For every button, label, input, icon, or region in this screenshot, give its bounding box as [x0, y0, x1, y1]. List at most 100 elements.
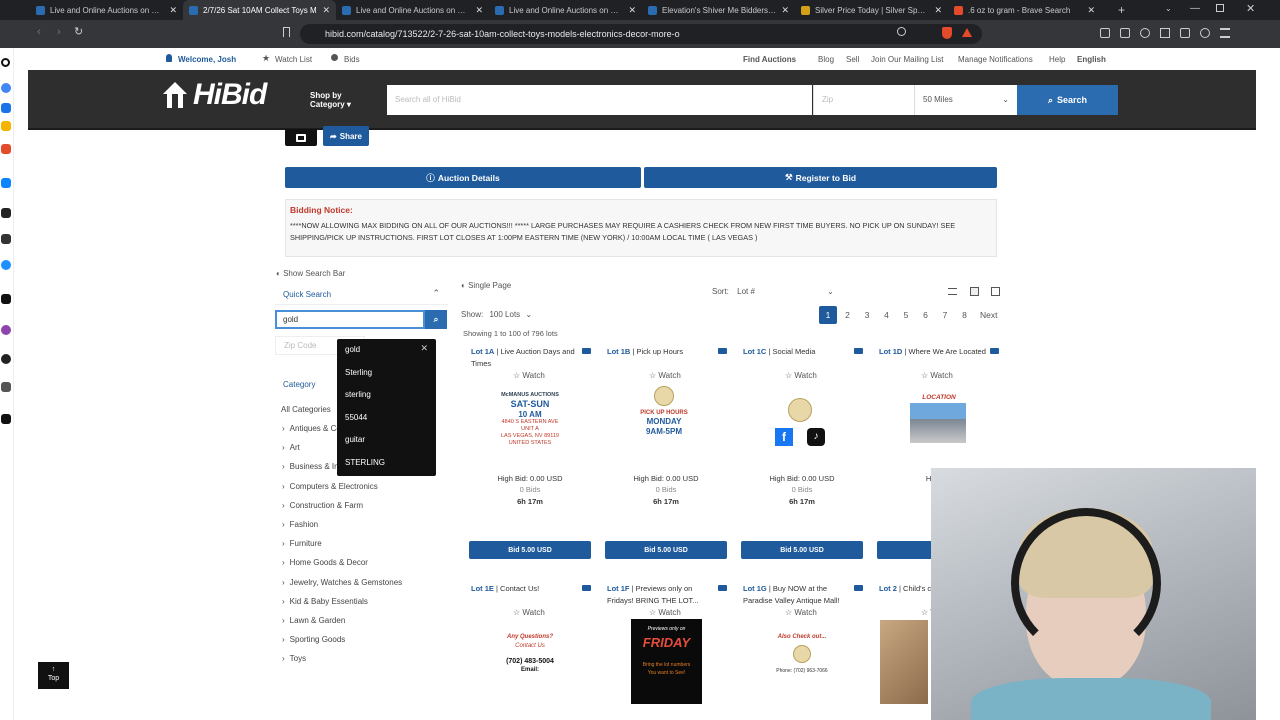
app-icon[interactable] — [1, 103, 11, 113]
reload-icon[interactable]: ↻ — [74, 25, 83, 38]
close-tab-icon[interactable]: ✕ — [322, 5, 330, 16]
lot-image-friday[interactable]: Previews only on FRIDAY Bring the lot nu… — [631, 619, 702, 704]
watch-list-link[interactable]: Watch List — [275, 55, 312, 64]
category-header[interactable]: Category — [283, 380, 315, 389]
close-icon[interactable]: ✕ — [420, 343, 428, 354]
lot-title[interactable]: Lot 1G | Buy NOW at the Paradise Valley … — [743, 583, 855, 607]
app-icon[interactable] — [1, 325, 11, 335]
brave-shield-icon[interactable] — [942, 27, 952, 39]
notifications-link[interactable]: Manage Notifications — [958, 55, 1033, 64]
wallet-icon[interactable] — [1180, 28, 1190, 38]
lot-image-pickup[interactable]: PICK UP HOURS MONDAY 9AM-5PM — [632, 386, 696, 458]
close-tab-icon[interactable]: ✕ — [169, 5, 177, 16]
shop-by-category[interactable]: Shop by Category ▾ — [310, 91, 351, 109]
app-icon[interactable] — [1, 178, 11, 188]
close-tab-icon[interactable]: ✕ — [1087, 5, 1095, 16]
single-page-toggle[interactable]: ◐ Single Page — [461, 281, 511, 290]
bookmark-icon[interactable] — [283, 27, 290, 37]
maximize-icon[interactable] — [1216, 4, 1224, 12]
sort-select[interactable]: Sort: Lot # ⌄ — [712, 287, 834, 296]
watch-button[interactable]: ☆ Watch — [785, 371, 817, 380]
close-window-icon[interactable]: ✕ — [1246, 2, 1255, 15]
lot-image-mcmanus[interactable]: McMANUS AUCTIONS SAT-SUN 10 AM 4840 S EA… — [498, 392, 562, 462]
browser-tab[interactable]: Live and Online Auctions on HiBid.co ✕ — [30, 0, 183, 20]
mailing-list-link[interactable]: Join Our Mailing List — [871, 55, 943, 64]
watch-button[interactable]: ☆ Watch — [649, 371, 681, 380]
page-link[interactable]: 3 — [858, 306, 876, 324]
minimize-icon[interactable]: — — [1190, 3, 1200, 14]
print-button[interactable] — [285, 129, 317, 146]
category-item[interactable]: › Fashion — [282, 520, 318, 529]
next-page-link[interactable]: Next — [980, 310, 997, 320]
auction-details-button[interactable]: ⓘ Auction Details — [285, 167, 641, 188]
suggestion-item[interactable]: gold — [345, 345, 360, 354]
category-item[interactable]: › Construction & Farm — [282, 501, 363, 510]
lot-image-furniture[interactable] — [880, 620, 928, 704]
share-button[interactable]: ➦ Share — [323, 126, 369, 146]
bid-button[interactable]: Bid 5.00 USD — [741, 541, 863, 559]
page-link[interactable]: 4 — [878, 306, 896, 324]
suggestion-item[interactable]: Sterling — [345, 368, 372, 377]
quick-search-input[interactable]: gold — [275, 310, 425, 329]
zip-input[interactable]: Zip — [813, 85, 914, 115]
close-tab-icon[interactable]: ✕ — [781, 5, 789, 16]
zoom-icon[interactable] — [897, 27, 906, 36]
watch-button[interactable]: ☆ Watch — [785, 608, 817, 617]
forward-icon[interactable]: › — [57, 26, 61, 38]
suggestion-item[interactable]: guitar — [345, 435, 365, 444]
browser-tab[interactable]: .6 oz to gram - Brave Search ✕ — [948, 0, 1101, 20]
lot-title[interactable]: Lot 1B | Pick up Hours — [607, 346, 719, 358]
page-link[interactable]: 6 — [917, 306, 935, 324]
watch-button[interactable]: ☆ Watch — [513, 371, 545, 380]
chevron-down-icon[interactable]: ⌄ — [1165, 4, 1172, 13]
watch-button[interactable]: ☆ Watch — [921, 371, 953, 380]
category-item[interactable]: › Computers & Electronics — [282, 482, 378, 491]
show-search-bar-toggle[interactable]: ◐ Show Search Bar — [276, 269, 345, 278]
back-icon[interactable]: ‹ — [37, 26, 41, 38]
browser-tab[interactable]: Live and Online Auctions on HiBid.co ✕ — [336, 0, 489, 20]
blog-link[interactable]: Blog — [818, 55, 834, 64]
extension-icon[interactable] — [1100, 28, 1110, 38]
category-item[interactable]: › Furniture — [282, 539, 322, 548]
suggestion-item[interactable]: STERLING — [345, 458, 385, 467]
lot-title[interactable]: Lot 1E | Contact Us! — [471, 583, 583, 595]
new-tab-button[interactable]: + — [1118, 3, 1125, 17]
page-link[interactable]: 8 — [956, 306, 974, 324]
page-link[interactable]: 1 — [819, 306, 837, 324]
settings-icon[interactable] — [1200, 28, 1210, 38]
lot-image-contact[interactable]: Any Questions? Contact Us (702) 483-5004… — [498, 633, 562, 705]
suggestion-item[interactable]: sterling — [345, 390, 371, 399]
menu-icon[interactable] — [1220, 28, 1230, 38]
sell-link[interactable]: Sell — [846, 55, 859, 64]
close-tab-icon[interactable]: ✕ — [934, 5, 942, 16]
watch-button[interactable]: ☆ Watch — [649, 608, 681, 617]
all-categories-link[interactable]: All Categories — [281, 405, 331, 414]
lot-image-social[interactable]: f ♪ — [768, 388, 832, 460]
back-to-top-button[interactable]: ↑ Top — [38, 662, 69, 689]
category-item[interactable]: › Toys — [282, 654, 306, 663]
app-icon[interactable] — [1, 414, 11, 424]
app-icon[interactable] — [1, 382, 11, 392]
app-icon[interactable] — [1, 234, 11, 244]
app-icon[interactable] — [1, 58, 10, 67]
app-icon[interactable] — [1, 83, 11, 93]
bid-button[interactable]: Bid 5.00 USD — [605, 541, 727, 559]
bids-link[interactable]: Bids — [344, 55, 360, 64]
show-lots-select[interactable]: Show: 100 Lots ⌄ — [461, 310, 532, 319]
search-input[interactable]: Search all of HiBid — [387, 85, 812, 115]
sidebar-icon[interactable] — [1160, 28, 1170, 38]
quick-search-header[interactable]: Quick Search ⌃ — [275, 285, 448, 305]
list-view-icon[interactable] — [948, 288, 957, 295]
miles-select[interactable]: 50 Miles ⌄ — [914, 85, 1017, 115]
bid-button[interactable]: Bid 5.00 USD — [469, 541, 591, 559]
quick-search-button[interactable]: ⌕ — [425, 310, 447, 329]
extension-icon[interactable] — [1120, 28, 1130, 38]
category-item[interactable]: › Jewelry, Watches & Gemstones — [282, 578, 402, 587]
lot-title[interactable]: Lot 1A | Live Auction Days and Times — [471, 346, 583, 370]
app-icon[interactable] — [1, 121, 11, 131]
category-item[interactable]: › Kid & Baby Essentials — [282, 597, 368, 606]
table-view-icon[interactable] — [991, 287, 1000, 296]
browser-tab[interactable]: Live and Online Auctions on HiBid.co ✕ — [489, 0, 642, 20]
lot-title[interactable]: Lot 1C | Social Media — [743, 346, 855, 358]
language-select[interactable]: English — [1077, 55, 1106, 64]
